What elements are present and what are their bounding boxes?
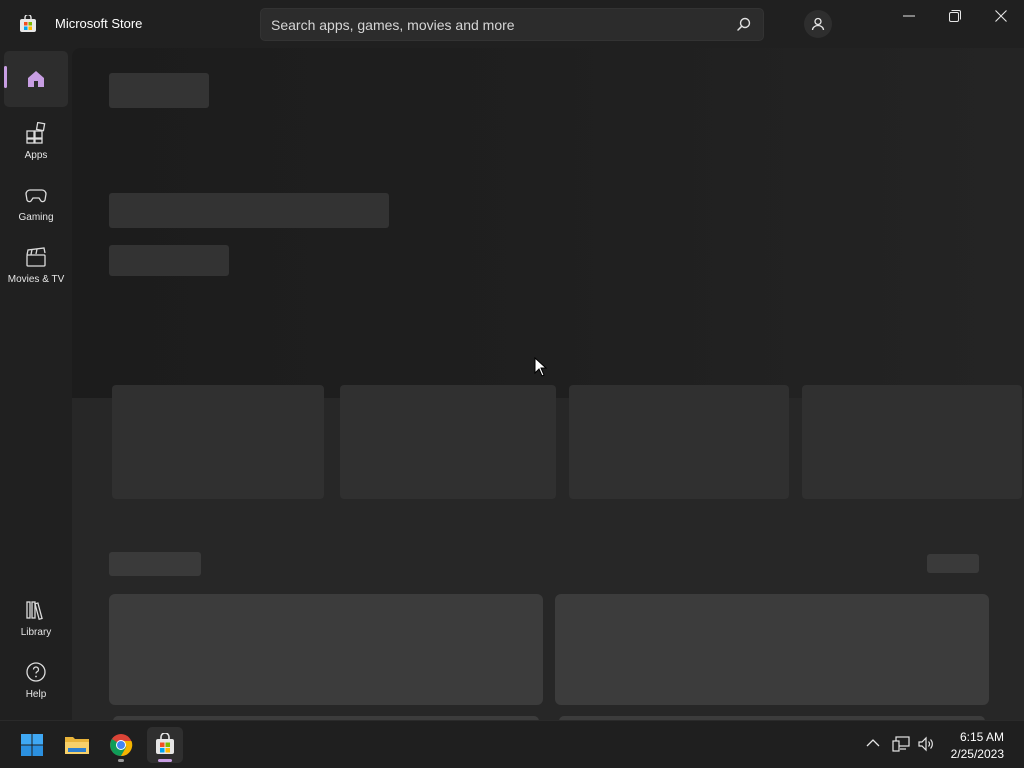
store-bag-icon [156, 733, 174, 754]
restore-icon [949, 10, 961, 22]
nav-item-movies-tv[interactable]: Movies & TV [4, 238, 68, 294]
main-content [72, 48, 1024, 720]
nav-label-movies-tv: Movies & TV [7, 274, 65, 285]
microsoft-store-button[interactable] [147, 727, 183, 763]
close-icon [995, 10, 1007, 22]
library-icon [26, 601, 43, 621]
clapperboard-icon [26, 247, 46, 267]
hero-tile-1[interactable] [112, 385, 324, 499]
minimize-icon [903, 15, 915, 17]
see-all-skeleton [927, 554, 979, 573]
app-title: Microsoft Store [55, 16, 143, 31]
network-icon[interactable] [892, 736, 910, 752]
apps-grid-icon [26, 122, 46, 144]
hero-button-skeleton [109, 245, 229, 276]
folder-icon [65, 737, 89, 754]
minimize-button[interactable] [886, 0, 932, 32]
home-icon [28, 71, 44, 87]
nav-label-gaming: Gaming [18, 212, 54, 223]
product-card-2[interactable] [555, 594, 989, 705]
nav-label-apps: Apps [24, 150, 48, 161]
nav-item-apps[interactable]: Apps [4, 114, 68, 170]
hero-title-skeleton [109, 73, 209, 108]
clock-time[interactable]: 6:15 AM [960, 730, 1004, 744]
gamepad-icon [25, 189, 47, 203]
nav-item-library[interactable]: Library [4, 591, 68, 647]
running-indicator [118, 759, 124, 762]
search-box[interactable]: Search apps, games, movies and more [260, 8, 764, 41]
nav-label-library: Library [20, 627, 52, 638]
windows-logo-icon [21, 734, 43, 756]
account-button[interactable] [804, 10, 832, 38]
nav-item-help[interactable]: Help [4, 653, 68, 709]
section-title-skeleton [109, 552, 201, 576]
person-icon [811, 17, 825, 31]
close-button[interactable] [978, 0, 1024, 32]
hero-subtitle-skeleton [109, 193, 389, 228]
help-icon [26, 662, 46, 682]
nav-label-help: Help [25, 689, 47, 700]
restore-button[interactable] [932, 0, 978, 32]
start-button[interactable] [14, 727, 50, 763]
active-app-indicator [158, 759, 172, 762]
nav-item-gaming[interactable]: Gaming [4, 176, 68, 232]
active-indicator [4, 66, 7, 88]
title-bar: Microsoft Store Search apps, games, movi… [0, 0, 1024, 48]
clock-date[interactable]: 2/25/2023 [951, 747, 1004, 761]
store-logo-icon [20, 15, 36, 32]
nav-item-home[interactable] [4, 51, 68, 107]
file-explorer-button[interactable] [59, 727, 95, 763]
chevron-up-icon[interactable] [866, 738, 880, 748]
hero-tile-3[interactable] [569, 385, 789, 499]
mouse-cursor-icon [534, 357, 548, 377]
search-placeholder[interactable]: Search apps, games, movies and more [271, 17, 515, 33]
product-card-1[interactable] [109, 594, 543, 705]
volume-icon[interactable] [917, 736, 935, 752]
hero-tile-2[interactable] [340, 385, 556, 499]
search-icon[interactable] [735, 16, 753, 34]
chrome-icon [110, 734, 133, 757]
chrome-button[interactable] [103, 727, 139, 763]
hero-tile-4[interactable] [802, 385, 1022, 499]
taskbar: 6:15 AM 2/25/2023 [0, 720, 1024, 768]
